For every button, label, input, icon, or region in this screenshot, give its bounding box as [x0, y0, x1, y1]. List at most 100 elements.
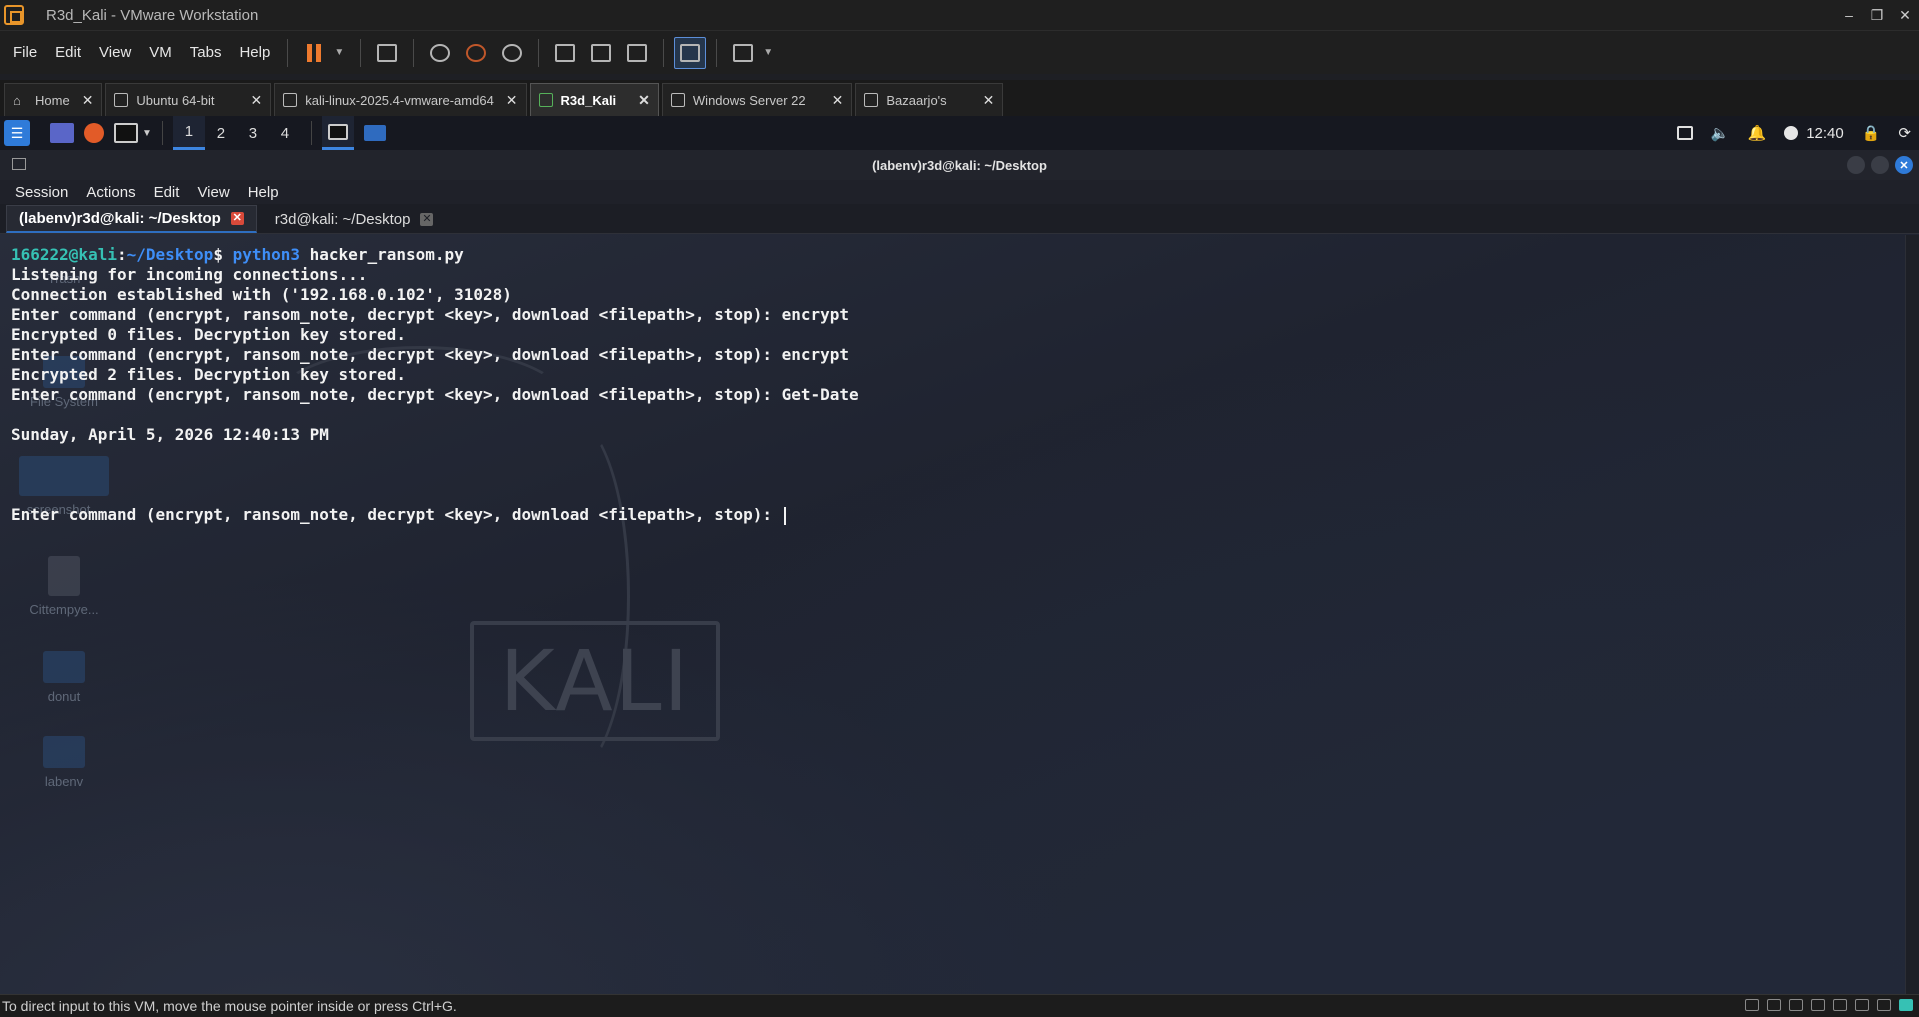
close-icon[interactable]: ✕ [638, 92, 650, 109]
minimize-icon[interactable]: – [1835, 0, 1863, 30]
volume-icon[interactable]: 🔈 [1711, 124, 1730, 142]
toolbar-separator [287, 38, 289, 67]
maximize-icon[interactable] [1871, 156, 1889, 174]
chevron-down-icon[interactable]: ▼ [142, 128, 152, 139]
terminal-line: Listening for incoming connections... [11, 265, 368, 284]
close-icon[interactable]: ✕ [506, 92, 518, 109]
terminal-menu-session[interactable]: Session [6, 184, 77, 201]
lock-icon[interactable]: 🔒 [1862, 124, 1881, 142]
terminal-tab-r3d[interactable]: r3d@kali: ~/Desktop ✕ [263, 205, 446, 233]
thumbnail-icon [591, 43, 612, 62]
toolbar-separator [716, 38, 718, 67]
snapshot-button[interactable] [424, 37, 456, 69]
close-icon[interactable]: ✕ [1891, 0, 1919, 30]
power-icon[interactable]: ⟳ [1898, 124, 1911, 142]
send-ctrl-alt-del-button[interactable] [371, 37, 403, 69]
menu-view[interactable]: View [90, 38, 140, 68]
taskbar-terminal[interactable] [321, 116, 354, 150]
terminal-launcher-icon[interactable] [114, 123, 138, 143]
folder-icon[interactable] [363, 125, 386, 141]
terminal-tab-labenv[interactable]: (labenv)r3d@kali: ~/Desktop ✕ [6, 205, 257, 233]
minimize-icon[interactable] [1847, 156, 1865, 174]
vm-tab-label: Bazaarjo's [886, 92, 947, 108]
vm-tab-windows-server[interactable]: Windows Server 22 ✕ [661, 83, 853, 116]
sound-icon[interactable] [1855, 999, 1869, 1011]
vmware-titlebar: R3d_Kali - VMware Workstation – ❐ ✕ [0, 0, 1919, 30]
vm-tab-label: R3d_Kali [560, 92, 617, 108]
chevron-down-icon[interactable]: ▼ [763, 47, 773, 58]
chevron-down-icon[interactable]: ▼ [334, 47, 344, 58]
vm-tab-label: Ubuntu 64-bit [136, 92, 215, 108]
notification-icon[interactable]: 🔔 [1748, 124, 1767, 142]
console-view-button[interactable] [674, 36, 707, 69]
guest-screen[interactable]: ☰ ▼ 1 2 3 4 🔈 🔔 12:40 🔒 ⟳ Trash File Sys… [0, 116, 1919, 994]
terminal-title: (labenv)r3d@kali: ~/Desktop [872, 157, 1047, 173]
vm-icon [283, 93, 298, 107]
xfce-panel: ☰ ▼ 1 2 3 4 🔈 🔔 12:40 🔒 ⟳ [0, 116, 1919, 150]
menu-help[interactable]: Help [230, 38, 279, 68]
terminal-tab-bar: (labenv)r3d@kali: ~/Desktop ✕ r3d@kali: … [0, 204, 1919, 234]
pause-button[interactable] [298, 37, 330, 69]
vm-tab-bazaarjos[interactable]: Bazaarjo's ✕ [855, 83, 1004, 116]
terminal-window-icon [12, 158, 26, 170]
thumbnail-bar-button[interactable] [585, 37, 617, 69]
vm-icon [670, 93, 685, 107]
close-icon[interactable]: ✕ [983, 92, 995, 109]
cd-rom-icon[interactable] [1767, 999, 1781, 1011]
snapshot-manager-button[interactable] [496, 37, 528, 69]
hard-disk-icon[interactable] [1745, 999, 1759, 1011]
terminal-menu-help[interactable]: Help [239, 184, 288, 201]
window-title: R3d_Kali - VMware Workstation [46, 6, 259, 24]
vm-tab-label: kali-linux-2025.4-vmware-amd64 [305, 92, 494, 108]
workspace-1[interactable]: 1 [172, 116, 205, 150]
revert-snapshot-button[interactable] [460, 37, 492, 69]
network-icon[interactable] [1811, 999, 1825, 1011]
display-icon[interactable] [1676, 126, 1693, 140]
terminal-line: Encrypted 0 files. Decryption key stored… [11, 325, 406, 344]
terminal-scrollbar[interactable] [1905, 235, 1919, 994]
vm-tab-home[interactable]: ⌂ Home ✕ [4, 83, 103, 116]
firefox-icon[interactable] [84, 123, 104, 143]
terminal-titlebar[interactable]: (labenv)r3d@kali: ~/Desktop ✕ [0, 150, 1919, 180]
terminal-tab-label: r3d@kali: ~/Desktop [274, 210, 411, 228]
terminal-line: Enter command (encrypt, ransom_note, dec… [11, 345, 850, 364]
terminal-menu-edit[interactable]: Edit [145, 184, 189, 201]
terminal-line: Connection established with ('192.168.0.… [11, 285, 512, 304]
close-icon[interactable]: ✕ [1895, 156, 1913, 174]
terminal-output[interactable]: 166222@kali:~/Desktop$ python3 hacker_ra… [0, 235, 1900, 994]
message-icon[interactable] [1899, 999, 1913, 1011]
close-icon[interactable]: ✕ [230, 212, 244, 225]
terminal-input-line[interactable]: Enter command (encrypt, ransom_note, dec… [11, 505, 1900, 525]
toolbar-separator [360, 38, 362, 67]
device-status-icons [1745, 999, 1913, 1011]
vm-tab-kali-linux[interactable]: kali-linux-2025.4-vmware-amd64 ✕ [274, 83, 527, 116]
terminal-menu-actions[interactable]: Actions [77, 184, 144, 201]
fullscreen-button[interactable] [621, 37, 653, 69]
close-icon[interactable]: ✕ [420, 212, 434, 226]
menu-file[interactable]: File [4, 38, 46, 68]
network-icon[interactable] [1789, 999, 1803, 1011]
workspace-4[interactable]: 4 [269, 116, 301, 150]
workspace-3[interactable]: 3 [237, 116, 269, 150]
close-icon[interactable]: ✕ [832, 92, 844, 109]
stretch-guest-button[interactable] [727, 37, 759, 69]
terminal-menu-view[interactable]: View [188, 184, 238, 201]
display-icon[interactable] [1877, 999, 1891, 1011]
vm-tab-r3d-kali[interactable]: R3d_Kali ✕ [529, 83, 659, 116]
vm-tab-ubuntu[interactable]: Ubuntu 64-bit ✕ [105, 83, 272, 116]
show-desktop-icon[interactable] [50, 123, 74, 143]
workspace-2[interactable]: 2 [205, 116, 237, 150]
close-icon[interactable]: ✕ [250, 92, 262, 109]
clock[interactable]: 12:40 [1784, 125, 1844, 142]
menu-edit[interactable]: Edit [46, 38, 90, 68]
menu-tabs[interactable]: Tabs [181, 38, 231, 68]
usb-icon[interactable] [1833, 999, 1847, 1011]
menu-vm[interactable]: VM [140, 38, 181, 68]
status-text: To direct input to this VM, move the mou… [2, 998, 457, 1014]
restore-icon[interactable]: ❐ [1863, 0, 1891, 30]
kali-menu-icon[interactable]: ☰ [4, 120, 30, 146]
fullscreen-icon [627, 43, 648, 62]
show-library-button[interactable] [549, 37, 581, 69]
close-icon[interactable]: ✕ [82, 92, 94, 109]
